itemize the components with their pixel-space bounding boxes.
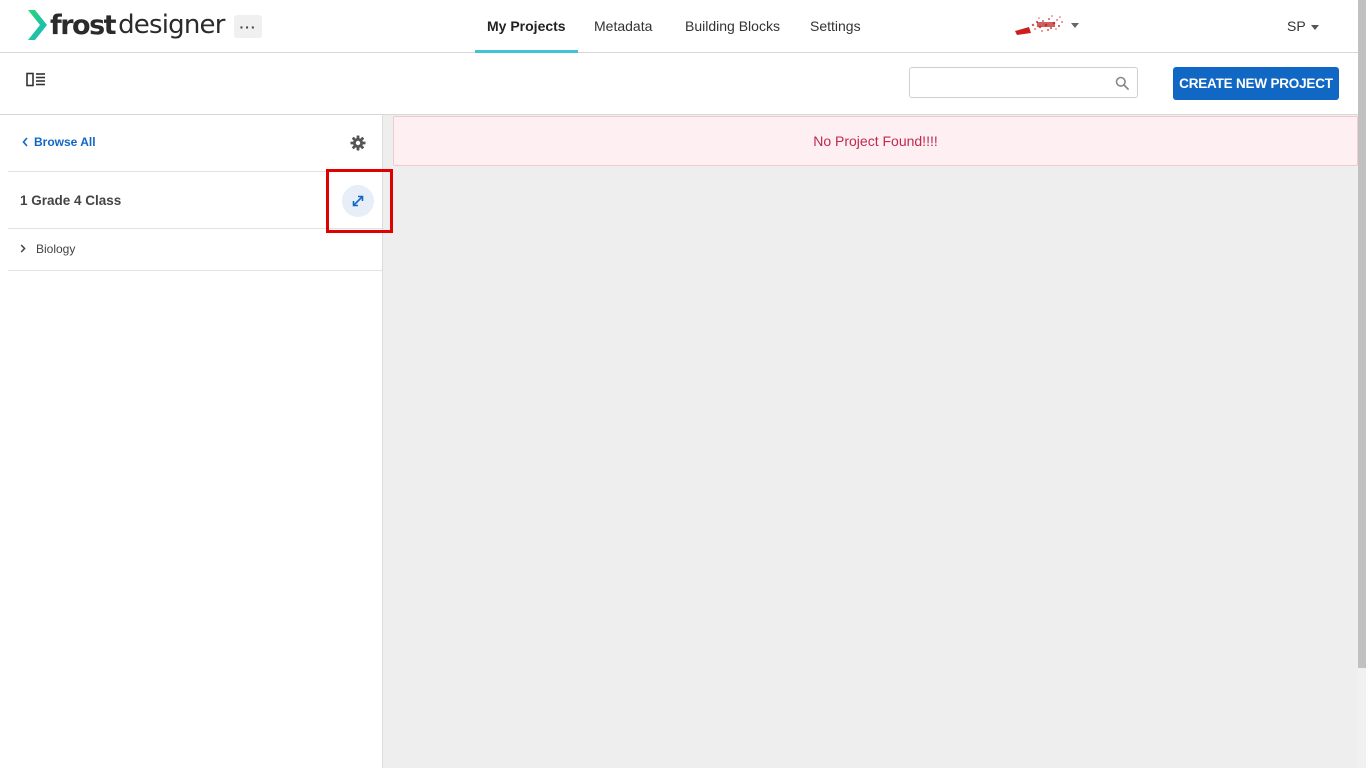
class-row[interactable]: 1 Grade 4 Class: [8, 172, 382, 229]
user-dropdown-caret-icon[interactable]: [1311, 25, 1319, 30]
expand-button[interactable]: [342, 185, 374, 217]
browse-all-label: Browse All: [34, 135, 96, 149]
chevron-right-icon[interactable]: [20, 244, 26, 253]
no-project-alert: No Project Found!!!!: [393, 116, 1358, 166]
tree-item-label: Biology: [36, 242, 76, 256]
page-scrollbar[interactable]: [1358, 0, 1366, 768]
logo-chevron-icon: [28, 10, 47, 40]
create-new-project-button[interactable]: CREATE NEW PROJECT: [1173, 67, 1339, 100]
logo-text-frost: frost: [50, 9, 117, 41]
main-content: No Project Found!!!!: [383, 115, 1358, 768]
gear-icon[interactable]: [350, 135, 366, 151]
tab-building-blocks[interactable]: Building Blocks: [685, 0, 780, 53]
app-logo[interactable]: frost designer: [26, 8, 225, 42]
tab-settings[interactable]: Settings: [810, 0, 861, 53]
sidebar: Browse All 1 Grade 4 Class Biology: [8, 115, 383, 768]
layout-toggle-icon[interactable]: [26, 72, 46, 88]
search-input[interactable]: [910, 68, 1105, 97]
class-title: 1 Grade 4 Class: [20, 193, 122, 208]
tree-item-biology[interactable]: Biology: [8, 229, 382, 271]
tab-my-projects[interactable]: My Projects: [475, 0, 578, 53]
more-options-button[interactable]: ···: [234, 15, 262, 38]
toolbar: CREATE NEW PROJECT: [0, 54, 1358, 115]
browse-all-link[interactable]: Browse All: [22, 135, 96, 149]
expand-arrows-icon: [352, 195, 364, 207]
scrollbar-thumb[interactable]: [1358, 0, 1366, 668]
browse-row: Browse All: [8, 115, 382, 172]
search-icon[interactable]: [1115, 76, 1129, 90]
search-field[interactable]: [909, 67, 1138, 98]
chevron-left-icon: [22, 137, 28, 147]
logo-text-designer: designer: [118, 10, 225, 40]
brand-dropdown-caret-icon[interactable]: [1071, 23, 1079, 28]
organization-logo-icon[interactable]: [1013, 13, 1065, 37]
tab-metadata[interactable]: Metadata: [594, 0, 652, 53]
top-nav: frost designer ··· My Projects Metadata …: [0, 0, 1358, 53]
user-menu-initials[interactable]: SP: [1287, 18, 1306, 34]
